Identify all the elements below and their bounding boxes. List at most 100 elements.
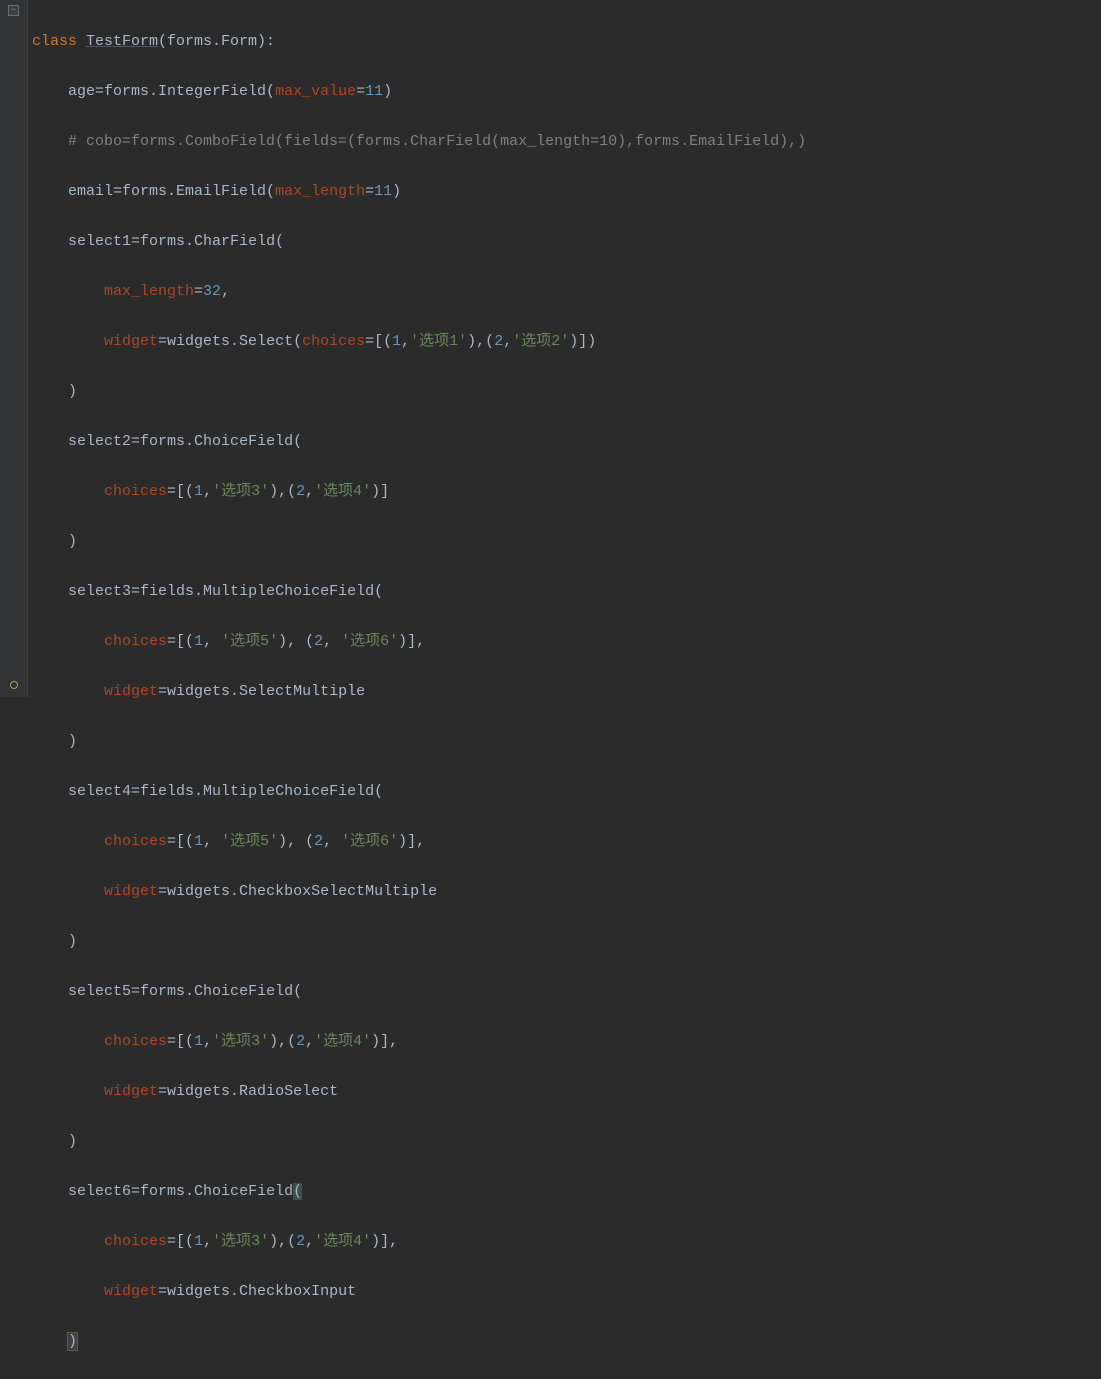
text: ), ( xyxy=(278,833,314,850)
code-line[interactable]: choices=[(1,'选项3'),(2,'选项4')] xyxy=(32,479,1101,504)
code-line[interactable]: email=forms.EmailField(max_length=11) xyxy=(32,179,1101,204)
call: widgets.RadioSelect xyxy=(167,1083,338,1100)
text: , xyxy=(323,633,341,650)
comment: # cobo=forms.ComboField(fields=(forms.Ch… xyxy=(32,133,806,150)
number: 2 xyxy=(296,1033,305,1050)
string: '选项4' xyxy=(314,483,371,500)
string: '选项5' xyxy=(221,633,278,650)
op: = xyxy=(167,483,176,500)
text: select4 xyxy=(32,783,131,800)
code-line[interactable]: age=forms.IntegerField(max_value=11) xyxy=(32,79,1101,104)
op: = xyxy=(131,983,140,1000)
code-line[interactable]: ) xyxy=(32,1129,1101,1154)
text: ) xyxy=(32,733,77,750)
number: 1 xyxy=(194,1233,203,1250)
code-line[interactable]: widget=widgets.CheckboxInput xyxy=(32,1279,1101,1304)
code-line[interactable]: ) xyxy=(32,929,1101,954)
code-line[interactable]: choices=[(1,'选项3'),(2,'选项4')], xyxy=(32,1229,1101,1254)
code-line[interactable]: choices=[(1, '选项5'), (2, '选项6')], xyxy=(32,629,1101,654)
op: = xyxy=(365,333,374,350)
code-line[interactable]: select5=forms.ChoiceField( xyxy=(32,979,1101,1004)
op: = xyxy=(167,1033,176,1050)
indent xyxy=(32,1233,104,1250)
text: , xyxy=(305,1233,314,1250)
op: = xyxy=(131,783,140,800)
op: = xyxy=(131,433,140,450)
code-line[interactable]: select1=forms.CharField( xyxy=(32,229,1101,254)
text: select2 xyxy=(32,433,131,450)
code-line[interactable]: ) xyxy=(32,1329,1101,1354)
number: 1 xyxy=(194,483,203,500)
code-line[interactable]: # cobo=forms.ComboField(fields=(forms.Ch… xyxy=(32,129,1101,154)
number: 11 xyxy=(365,83,383,100)
text: , xyxy=(401,333,410,350)
text: ) xyxy=(383,83,392,100)
code-line[interactable]: choices=[(1, '选项5'), (2, '选项6')], xyxy=(32,829,1101,854)
text: ),( xyxy=(269,483,296,500)
text: select3 xyxy=(32,583,131,600)
code-line[interactable]: widget=widgets.CheckboxSelectMultiple xyxy=(32,879,1101,904)
text: [( xyxy=(176,483,194,500)
code-line[interactable]: select6=forms.ChoiceField( xyxy=(32,1179,1101,1204)
code-line[interactable]: max_length=32, xyxy=(32,279,1101,304)
number: 2 xyxy=(296,1233,305,1250)
op: = xyxy=(194,283,203,300)
fold-icon[interactable] xyxy=(8,5,19,16)
indent xyxy=(32,683,104,700)
op: = xyxy=(158,683,167,700)
number: 2 xyxy=(314,833,323,850)
op: = xyxy=(167,833,176,850)
call: widgets.SelectMultiple xyxy=(167,683,365,700)
code-line[interactable]: widget=widgets.RadioSelect xyxy=(32,1079,1101,1104)
op: = xyxy=(131,1183,140,1200)
call: forms.ChoiceField( xyxy=(140,433,302,450)
text: ) xyxy=(32,933,77,950)
code-line[interactable]: class TestForm(forms.Form): xyxy=(32,29,1101,54)
text: , xyxy=(203,1233,212,1250)
code-line[interactable]: choices=[(1,'选项3'),(2,'选项4')], xyxy=(32,1029,1101,1054)
text: , xyxy=(203,1033,212,1050)
text: , xyxy=(503,333,512,350)
number: 2 xyxy=(296,483,305,500)
text: , xyxy=(305,483,314,500)
text: , xyxy=(305,1033,314,1050)
op: = xyxy=(131,233,140,250)
code-line[interactable]: widget=widgets.SelectMultiple xyxy=(32,679,1101,704)
number: 2 xyxy=(314,633,323,650)
number: 2 xyxy=(494,333,503,350)
op: = xyxy=(158,1283,167,1300)
code-line[interactable]: ) xyxy=(32,729,1101,754)
string: '选项1' xyxy=(410,333,467,350)
op: = xyxy=(158,1083,167,1100)
class-name: TestForm xyxy=(86,33,158,50)
code-editor[interactable]: class TestForm(forms.Form): age=forms.In… xyxy=(28,0,1101,697)
text: select1 xyxy=(32,233,131,250)
editor-gutter[interactable] xyxy=(0,0,28,697)
code-line[interactable]: ) xyxy=(32,529,1101,554)
code-line[interactable]: select4=fields.MultipleChoiceField( xyxy=(32,779,1101,804)
caret-paren: ) xyxy=(68,1333,77,1350)
param: widget xyxy=(104,1083,158,1100)
text: ) xyxy=(392,183,401,200)
code-line[interactable]: select2=forms.ChoiceField( xyxy=(32,429,1101,454)
text: , xyxy=(203,483,212,500)
text: select6 xyxy=(32,1183,131,1200)
param: choices xyxy=(104,483,167,500)
code-line[interactable]: select3=fields.MultipleChoiceField( xyxy=(32,579,1101,604)
param: widget xyxy=(104,683,158,700)
indent xyxy=(32,333,104,350)
text: , xyxy=(203,633,221,650)
breakpoint-gutter-icon[interactable] xyxy=(10,681,18,689)
call: forms.ChoiceField xyxy=(140,1183,293,1200)
text: ) xyxy=(32,533,77,550)
text: )], xyxy=(371,1033,398,1050)
param: max_value xyxy=(275,83,356,100)
string: '选项6' xyxy=(341,633,398,650)
text: [( xyxy=(176,1033,194,1050)
code-line[interactable]: ) xyxy=(32,379,1101,404)
text: ) xyxy=(32,1133,77,1150)
text: email xyxy=(32,183,113,200)
call: widgets.CheckboxSelectMultiple xyxy=(167,883,437,900)
text: ),( xyxy=(467,333,494,350)
code-line[interactable]: widget=widgets.Select(choices=[(1,'选项1')… xyxy=(32,329,1101,354)
